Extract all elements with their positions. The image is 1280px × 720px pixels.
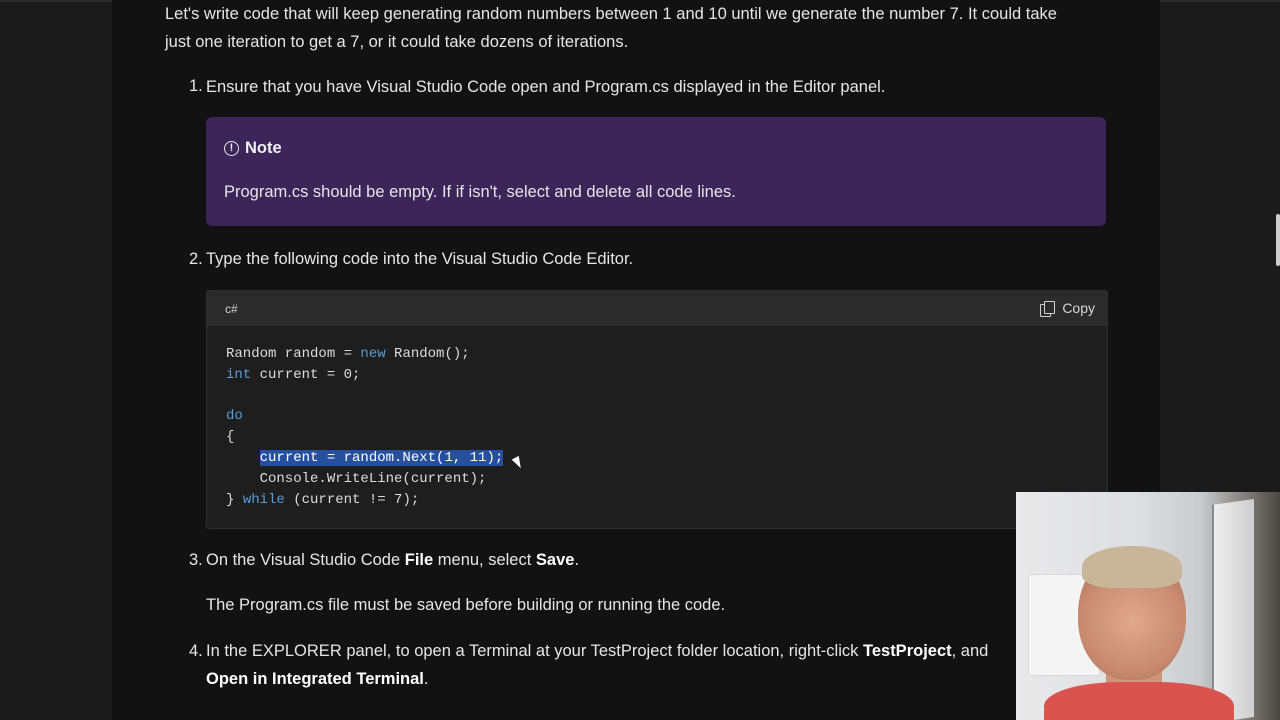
step-1-text: Ensure that you have Visual Studio Code …: [206, 78, 886, 96]
code-line: int current = 0;: [226, 366, 361, 383]
step-1-number: 1.: [189, 77, 203, 95]
webcam-person-shirt: [1044, 682, 1234, 720]
info-circle-icon: !: [224, 141, 239, 156]
code-content[interactable]: Random random = new Random(); int curren…: [226, 344, 504, 510]
copy-label: Copy: [1062, 300, 1095, 316]
note-callout: ! Note Program.cs should be empty. If if…: [206, 117, 1106, 226]
step-4-text: In the EXPLORER panel, to open a Termina…: [206, 642, 989, 660]
code-line: Console.WriteLine(current);: [226, 470, 487, 487]
code-line-selected: current = random.Next(1, 11);: [226, 448, 504, 469]
code-block: c# Copy Random random = new Random(); in…: [206, 290, 1108, 529]
copy-icon: [1040, 300, 1056, 317]
code-header: c# Copy: [207, 291, 1107, 326]
webcam-background-door: [1212, 499, 1254, 720]
scrollbar-thumb[interactable]: [1276, 214, 1280, 266]
code-line: } while (current != 7);: [226, 491, 420, 508]
step-3-number: 3.: [189, 551, 203, 569]
step-3-text: On the Visual Studio Code File menu, sel…: [206, 551, 580, 569]
step-2-number: 2.: [189, 250, 203, 268]
step-2-text: Type the following code into the Visual …: [206, 250, 634, 268]
selected-code-text: current = random.Next(1, 11);: [259, 449, 504, 466]
step-4-number: 4.: [189, 642, 203, 660]
code-line: {: [226, 429, 235, 446]
code-line: Random random = new Random();: [226, 346, 470, 362]
code-language: c#: [225, 302, 238, 316]
note-body: Program.cs should be empty. If if isn't,…: [224, 183, 736, 201]
copy-button[interactable]: Copy: [1040, 300, 1095, 317]
step-4-text-line2: Open in Integrated Terminal.: [206, 670, 429, 688]
step-3-subtext: The Program.cs file must be saved before…: [206, 596, 726, 614]
note-title-text: Note: [245, 139, 282, 157]
code-line: do: [226, 408, 243, 425]
note-title: ! Note: [224, 139, 282, 158]
webcam-overlay: [1016, 492, 1280, 720]
intro-paragraph: Let's write code that will keep generati…: [165, 5, 1057, 51]
webcam-person-hair: [1082, 546, 1182, 588]
